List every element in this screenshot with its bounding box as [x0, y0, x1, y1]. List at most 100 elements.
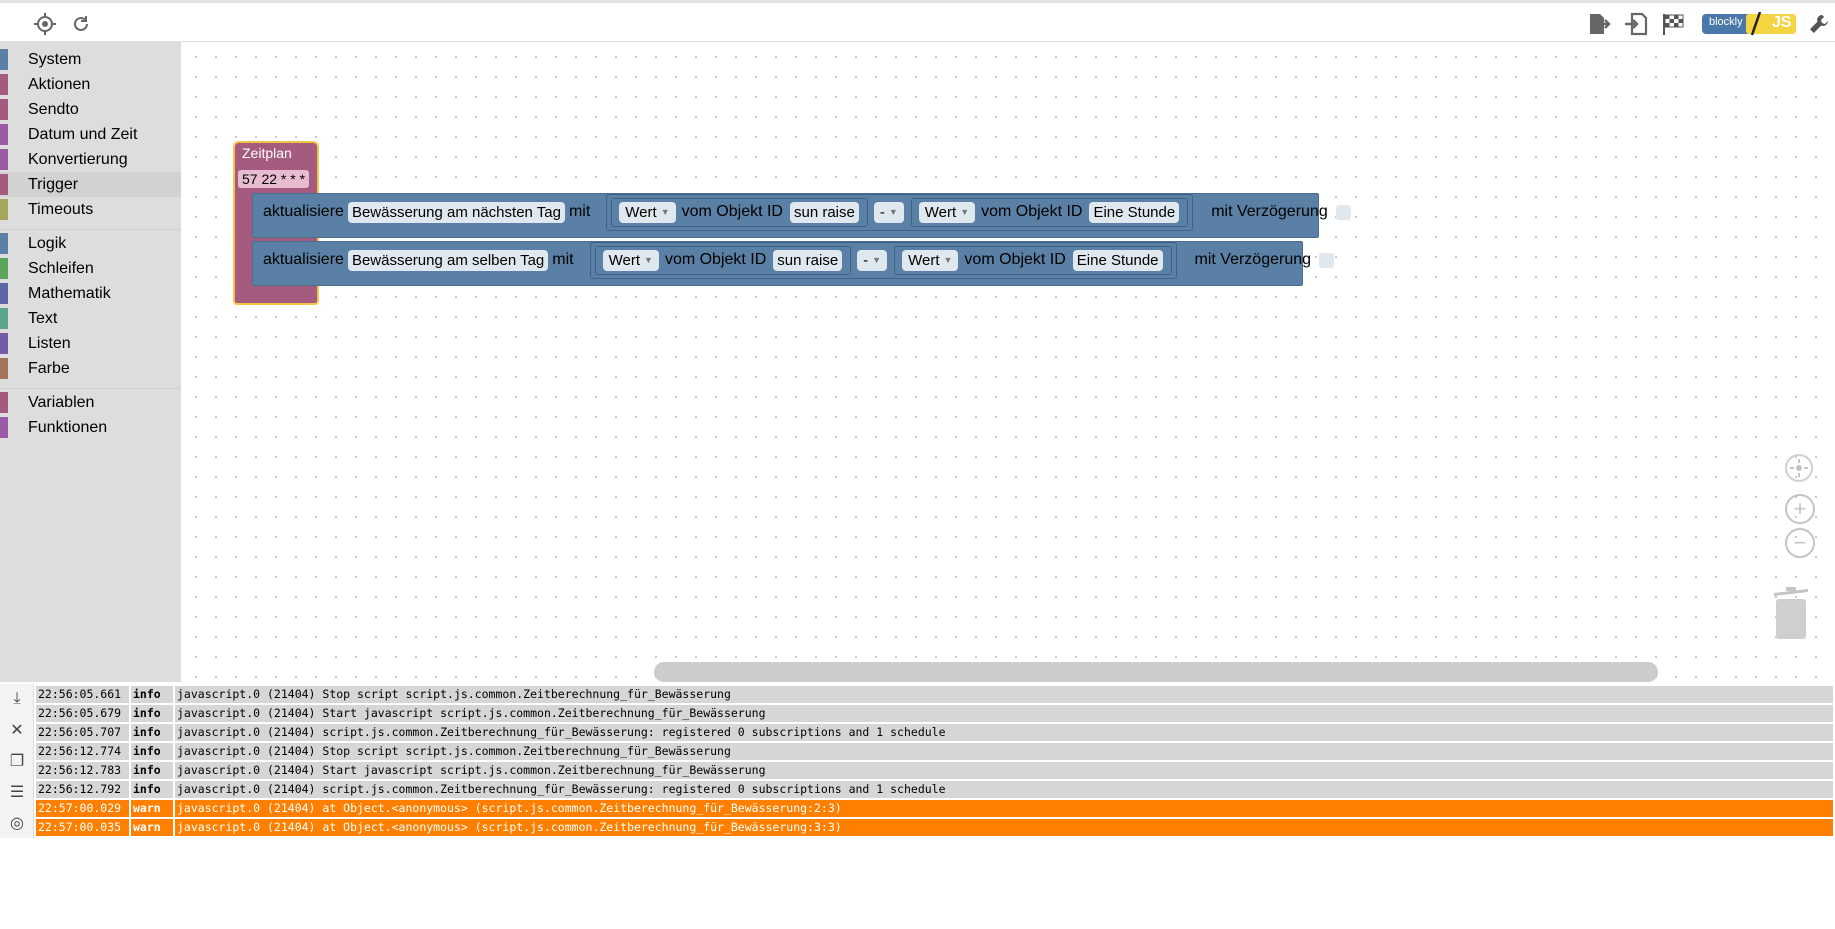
import-icon[interactable] [1623, 11, 1649, 37]
center-icon[interactable] [1785, 454, 1813, 482]
log-time: 22:56:12.783 [36, 762, 131, 779]
update-verb: aktualisiere [263, 251, 344, 268]
top-toolbar: blockly JS [0, 0, 1835, 42]
js-label: JS [1772, 14, 1792, 31]
property-dropdown[interactable]: Wert ▼ [602, 249, 659, 271]
delay-checkbox[interactable] [1319, 252, 1335, 268]
crosshair-icon[interactable] [32, 11, 58, 37]
log-message: javascript.0 (21404) script.js.common.Ze… [175, 781, 1835, 798]
log-message: javascript.0 (21404) Stop script script.… [175, 743, 1835, 760]
toolbox-category-sendto[interactable]: Sendto [0, 97, 181, 122]
update-block-row: aktualisiere Bewässerung am selben Tag m… [263, 241, 1335, 279]
object-id-field[interactable]: sun raise [773, 249, 843, 271]
log-time: 22:56:12.774 [36, 743, 131, 760]
category-color-bar [0, 417, 8, 438]
target-variable-field[interactable]: Bewässerung am nächsten Tag [347, 201, 565, 223]
trash-icon[interactable] [1772, 585, 1810, 640]
toolbox-category-listen[interactable]: Listen [0, 331, 181, 356]
delete-icon[interactable]: ✕ [6, 719, 28, 741]
log-severity: info [131, 724, 175, 741]
subtraction-block[interactable]: Wert ▼ vom Objekt ID sun raise - ▼ Wert ▼ v… [606, 193, 1194, 231]
toolbox-category-system[interactable]: System [0, 47, 181, 72]
category-color-bar [0, 392, 8, 413]
hide-icon[interactable]: ◎ [6, 812, 28, 834]
list-icon[interactable]: ☰ [6, 781, 28, 803]
toolbox-category-funktionen[interactable]: Funktionen [0, 415, 181, 440]
log-time: 22:56:05.679 [36, 705, 131, 722]
blockly-workspace[interactable] [181, 42, 1835, 682]
category-label: System [28, 50, 82, 68]
category-label: Schleifen [28, 259, 94, 277]
delay-label: mit Verzögerung [1211, 203, 1328, 220]
property-dropdown[interactable]: Wert ▼ [902, 249, 959, 271]
cron-field[interactable]: 57 22 * * * [238, 170, 310, 188]
object-id-label: vom Objekt ID [981, 203, 1083, 220]
object-id-label: vom Objekt ID [664, 251, 767, 268]
horizontal-scrollbar[interactable] [654, 662, 1658, 682]
chevron-down-icon: ▼ [660, 207, 670, 217]
category-color-bar [0, 233, 8, 254]
copy-icon[interactable]: ❐ [6, 750, 28, 772]
object-id-field[interactable]: Eine Stunde [1089, 201, 1180, 223]
category-label: Aktionen [28, 75, 91, 93]
blockly-js-toggle[interactable]: blockly JS [1700, 11, 1798, 36]
property-dropdown[interactable]: Wert ▼ [619, 201, 676, 223]
chevron-down-icon: ▼ [888, 207, 898, 217]
delay-label: mit Verzögerung [1194, 251, 1312, 268]
log-time: 22:56:05.661 [36, 686, 131, 703]
log-row: 22:57:00.029 warn javascript.0 (21404) at … [36, 800, 1835, 817]
log-message: javascript.0 (21404) at Object.<anonymou… [175, 819, 1835, 836]
category-color-bar [0, 333, 8, 354]
target-variable-field[interactable]: Bewässerung am selben Tag [347, 249, 549, 271]
object-id-field[interactable]: sun raise [789, 201, 859, 223]
get-value-block[interactable]: Wert ▼ vom Objekt ID sun raise [594, 245, 852, 275]
log-message: javascript.0 (21404) script.js.common.Ze… [175, 724, 1835, 741]
toolbox-category-aktionen[interactable]: Aktionen [0, 72, 181, 97]
log-row: 22:56:05.661 info javascript.0 (21404) Sto… [36, 686, 1835, 703]
category-color-bar [0, 174, 8, 195]
get-value-block[interactable]: Wert ▼ vom Objekt ID Eine Stunde [910, 197, 1189, 227]
category-color-bar [0, 124, 8, 145]
download-icon[interactable]: ⤓ [6, 688, 28, 710]
log-row: 22:56:05.707 info javascript.0 (21404) scr… [36, 724, 1835, 741]
property-dropdown[interactable]: Wert ▼ [918, 201, 976, 223]
toolbox-category-farbe[interactable]: Farbe [0, 356, 181, 381]
toolbox-category-konvertierung[interactable]: Konvertierung [0, 147, 181, 172]
toolbox-category-schleifen[interactable]: Schleifen [0, 256, 181, 281]
log-row: 22:56:12.792 info javascript.0 (21404) scr… [36, 781, 1835, 798]
export-icon[interactable] [1586, 11, 1612, 37]
category-color-bar [0, 199, 8, 220]
get-value-block[interactable]: Wert ▼ vom Objekt ID sun raise [611, 197, 868, 227]
operator-dropdown[interactable]: - ▼ [873, 201, 904, 223]
zoom-in-icon[interactable]: + [1785, 494, 1815, 524]
object-id-field[interactable]: Eine Stunde [1072, 249, 1163, 271]
toolbox-category-datum-und-zeit[interactable]: Datum und Zeit [0, 122, 181, 147]
toolbox-category-variablen[interactable]: Variablen [0, 390, 181, 415]
toolbox-category-trigger[interactable]: Trigger [0, 172, 181, 197]
category-label: Logik [28, 234, 67, 252]
update-block-row: aktualisiere Bewässerung am nächsten Tag… [263, 193, 1351, 231]
toolbox-category-logik[interactable]: Logik [0, 231, 181, 256]
checkered-flag-icon[interactable] [1660, 11, 1686, 37]
log-toolbar: ⤓ ✕ ❐ ☰ ◎ [0, 684, 34, 838]
category-color-bar [0, 74, 8, 95]
toolbox-category-mathematik[interactable]: Mathematik [0, 281, 181, 306]
category-color-bar [0, 358, 8, 379]
get-value-block[interactable]: Wert ▼ vom Objekt ID Eine Stunde [894, 245, 1172, 275]
delay-checkbox[interactable] [1335, 204, 1351, 220]
category-label: Timeouts [28, 200, 94, 218]
chevron-down-icon: ▼ [872, 255, 882, 265]
subtraction-block[interactable]: Wert ▼ vom Objekt ID sun raise - ▼ Wert ▼ v… [589, 241, 1177, 279]
category-label: Trigger [28, 175, 79, 193]
refresh-icon[interactable] [68, 11, 94, 37]
toolbox-category-timeouts[interactable]: Timeouts [0, 197, 181, 222]
zoom-out-icon[interactable]: − [1785, 528, 1815, 558]
category-label: Text [28, 309, 58, 327]
operator-dropdown[interactable]: - ▼ [857, 249, 888, 271]
object-id-label: vom Objekt ID [681, 203, 783, 220]
blockly-label: blockly [1709, 16, 1743, 28]
wrench-icon[interactable] [1806, 11, 1832, 37]
toolbox-category-text[interactable]: Text [0, 306, 181, 331]
toolbox-separator [0, 222, 181, 230]
chevron-down-icon: ▼ [960, 207, 970, 217]
